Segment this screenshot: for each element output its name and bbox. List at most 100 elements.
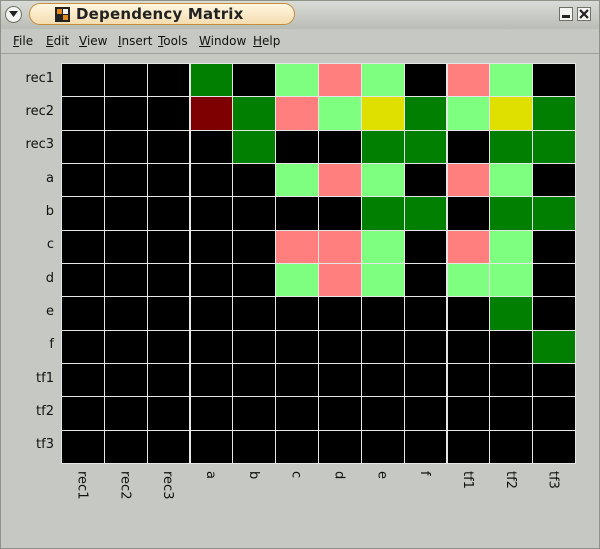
matrix-cell[interactable] [403,263,448,298]
matrix-cell[interactable] [360,196,405,231]
matrix-cell[interactable] [489,229,534,264]
matrix-cell[interactable] [318,429,362,464]
matrix-cell[interactable] [446,296,491,331]
matrix-cell[interactable] [360,163,405,198]
matrix-cell[interactable] [489,129,534,164]
matrix-cell[interactable] [103,329,148,364]
matrix-cell[interactable] [403,429,448,464]
matrix-cell[interactable] [532,329,576,364]
matrix-cell[interactable] [275,96,319,131]
matrix-cell[interactable] [489,363,534,398]
matrix-cell[interactable] [189,296,234,331]
matrix-cell[interactable] [360,329,405,364]
menu-edit[interactable]: Edit [46,34,69,48]
matrix-cell[interactable] [189,129,234,164]
matrix-cell[interactable] [103,396,148,431]
matrix-cell[interactable] [446,163,491,198]
matrix-cell[interactable] [61,363,105,398]
menu-tools[interactable]: Tools [158,34,188,48]
matrix-cell[interactable] [146,363,191,398]
matrix-cell[interactable] [189,63,234,98]
matrix-cell[interactable] [61,63,105,98]
matrix-cell[interactable] [360,63,405,98]
matrix-cell[interactable] [446,329,491,364]
matrix-cell[interactable] [232,96,277,131]
matrix-cell[interactable] [532,196,576,231]
menu-insert[interactable]: Insert [118,34,152,48]
matrix-cell[interactable] [360,429,405,464]
matrix-cell[interactable] [146,63,191,98]
matrix-cell[interactable] [403,63,448,98]
matrix-cell[interactable] [146,329,191,364]
matrix-cell[interactable] [275,163,319,198]
matrix-cell[interactable] [189,263,234,298]
matrix-cell[interactable] [146,263,191,298]
matrix-cell[interactable] [189,363,234,398]
matrix-cell[interactable] [275,296,319,331]
matrix-cell[interactable] [275,363,319,398]
matrix-cell[interactable] [103,129,148,164]
matrix-cell[interactable] [146,163,191,198]
matrix-cell[interactable] [232,229,277,264]
matrix-cell[interactable] [232,129,277,164]
matrix-cell[interactable] [489,63,534,98]
matrix-cell[interactable] [275,429,319,464]
minimize-button[interactable] [559,7,573,21]
matrix-cell[interactable] [489,329,534,364]
matrix-cell[interactable] [318,63,362,98]
matrix-cell[interactable] [103,63,148,98]
matrix-cell[interactable] [103,163,148,198]
matrix-cell[interactable] [360,229,405,264]
matrix-cell[interactable] [446,96,491,131]
matrix-cell[interactable] [189,96,234,131]
matrix-cell[interactable] [403,363,448,398]
matrix-cell[interactable] [318,229,362,264]
matrix-cell[interactable] [403,229,448,264]
title-bar[interactable]: Dependency Matrix [1,1,599,30]
matrix-cell[interactable] [446,396,491,431]
matrix-cell[interactable] [61,196,105,231]
window-menu-button[interactable] [5,6,22,23]
matrix-cell[interactable] [103,296,148,331]
matrix-cell[interactable] [446,263,491,298]
matrix-cell[interactable] [403,196,448,231]
menu-help[interactable]: Help [253,34,280,48]
matrix-cell[interactable] [403,129,448,164]
matrix-cell[interactable] [275,396,319,431]
matrix-cell[interactable] [318,163,362,198]
matrix-cell[interactable] [532,296,576,331]
matrix-cell[interactable] [446,229,491,264]
matrix-cell[interactable] [275,196,319,231]
matrix-cell[interactable] [232,396,277,431]
menu-file[interactable]: File [13,34,33,48]
matrix-cell[interactable] [189,329,234,364]
matrix-cell[interactable] [360,263,405,298]
close-button[interactable] [577,7,591,21]
matrix-cell[interactable] [61,163,105,198]
matrix-cell[interactable] [532,63,576,98]
matrix-cell[interactable] [146,229,191,264]
matrix-cell[interactable] [232,429,277,464]
matrix-cell[interactable] [189,229,234,264]
matrix-cell[interactable] [318,129,362,164]
matrix-cell[interactable] [403,329,448,364]
matrix-cell[interactable] [61,129,105,164]
matrix-cell[interactable] [318,363,362,398]
matrix-cell[interactable] [61,229,105,264]
matrix-cell[interactable] [146,296,191,331]
matrix-cell[interactable] [446,63,491,98]
matrix-cell[interactable] [446,129,491,164]
matrix-cell[interactable] [532,429,576,464]
matrix-cell[interactable] [103,363,148,398]
matrix-cell[interactable] [146,196,191,231]
matrix-cell[interactable] [446,196,491,231]
matrix-cell[interactable] [232,163,277,198]
matrix-cell[interactable] [232,329,277,364]
matrix-cell[interactable] [489,163,534,198]
matrix-cell[interactable] [232,263,277,298]
matrix-cell[interactable] [103,196,148,231]
matrix-cell[interactable] [61,263,105,298]
matrix-cell[interactable] [146,129,191,164]
matrix-cell[interactable] [489,196,534,231]
menu-window[interactable]: Window [199,34,246,48]
